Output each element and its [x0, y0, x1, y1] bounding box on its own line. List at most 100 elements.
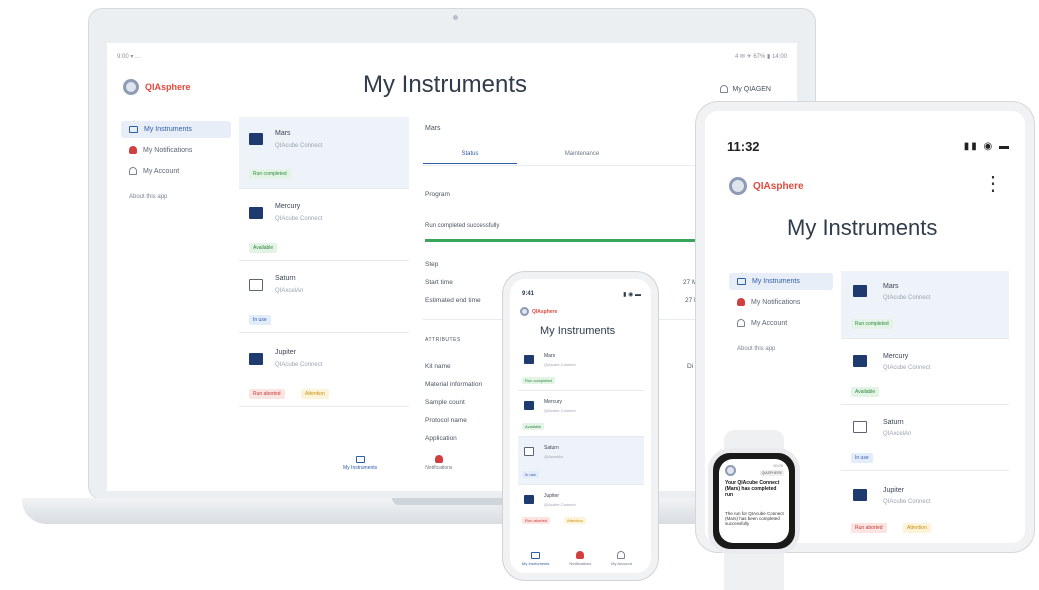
- instrument-name: Mars: [275, 130, 291, 137]
- step-label: Step: [425, 261, 439, 268]
- brand-name: QIAsphere: [145, 82, 191, 92]
- tablet-time: 11:32: [727, 139, 760, 154]
- instruments-icon: [531, 552, 541, 559]
- instrument-card[interactable]: Jupiter QIAcube Connect Run aborted Atte…: [841, 471, 1009, 541]
- account-link[interactable]: My QIAGEN: [720, 85, 771, 93]
- bottom-nav-label: Notifications: [425, 465, 453, 471]
- instrument-list: Mars QIAcube Connect Run completed Mercu…: [239, 117, 409, 407]
- user-icon: [720, 85, 729, 93]
- bottom-nav-label: My Instruments: [343, 465, 378, 471]
- qiasphere-logo-icon: [520, 307, 529, 316]
- bottom-nav-notifications[interactable]: Notifications: [425, 455, 452, 471]
- tab-status[interactable]: Status: [423, 151, 517, 164]
- sidebar-item-account[interactable]: My Account: [729, 314, 833, 332]
- instrument-name: Jupiter: [275, 349, 297, 356]
- bottom-nav-instruments[interactable]: My Instruments: [343, 456, 377, 471]
- sidebar-item-notifications[interactable]: My Notifications: [121, 141, 231, 159]
- brand-logo[interactable]: QIAsphere: [729, 177, 804, 195]
- bell-icon: [737, 298, 745, 306]
- status-badge: Attention: [903, 523, 931, 533]
- brand-name: QIAsphere: [532, 308, 558, 315]
- status-left: 9:00 ▾ ...: [117, 54, 141, 60]
- camera-icon: [453, 15, 458, 20]
- instrument-card[interactable]: Mars QIAcube Connect Run completed: [239, 117, 409, 189]
- sidebar-item-label: My Notifications: [143, 146, 193, 154]
- instrument-card[interactable]: Mercury QIAcube Connect Available: [239, 189, 409, 261]
- notification-headline: Your QIAcube Connect (Mars) has complete…: [725, 480, 780, 498]
- brand-logo[interactable]: QIAsphere: [123, 79, 191, 95]
- status-badge: Run completed: [851, 319, 893, 329]
- instrument-model: QIAcube Connect: [544, 502, 576, 507]
- kit-name-label: Kit name: [425, 363, 451, 370]
- instrument-icon: [853, 285, 867, 297]
- bottom-nav-instruments[interactable]: My Instruments: [522, 552, 549, 566]
- status-right: 4 ✉ ✈ 67% ▮ 14:00: [734, 54, 787, 60]
- instrument-card[interactable]: Jupiter QIAcube Connect Run aborted Atte…: [518, 485, 644, 531]
- instrument-card[interactable]: Mars QIAcube Connect Run completed: [841, 271, 1009, 339]
- watch-frame: 10:09 QIASPHERE Your QIAcube Connect (Ma…: [708, 448, 800, 554]
- account-label: My QIAGEN: [732, 85, 771, 93]
- instruments-icon: [737, 278, 746, 285]
- sidebar-item-instruments[interactable]: My Instruments: [729, 273, 833, 290]
- status-badge: In use: [851, 453, 873, 463]
- bottom-nav-notifications[interactable]: Notifications: [569, 551, 591, 566]
- bell-icon: [576, 551, 585, 559]
- run-status: Run completed successfully: [425, 223, 500, 229]
- protocol-label: Protocol name: [425, 417, 467, 424]
- sidebar-item-label: My Account: [751, 319, 788, 327]
- est-end-label: Estimated end time: [425, 297, 481, 304]
- sidebar-item-label: My Notifications: [751, 298, 801, 306]
- watch-screen: 10:09 QIASPHERE Your QIAcube Connect (Ma…: [719, 459, 789, 543]
- instrument-card[interactable]: Saturn QIAxcelAn In use: [518, 437, 644, 485]
- about-link[interactable]: About this app: [729, 346, 833, 352]
- sample-count-label: Sample count: [425, 399, 465, 406]
- status-badge: Attention: [564, 517, 586, 524]
- instrument-card[interactable]: Mercury QIAcube Connect Available: [518, 391, 644, 437]
- instruments-icon: [355, 456, 365, 463]
- tab-maintenance[interactable]: Maintenance: [517, 151, 647, 164]
- instrument-icon: [249, 353, 263, 365]
- status-badge: In use: [522, 471, 539, 478]
- status-badge: Attention: [301, 389, 329, 399]
- detail-tabs: Status Maintenance: [423, 151, 683, 164]
- instrument-name: Saturn: [883, 419, 904, 426]
- notification-body: The run for QIAcube Connect (Mars) has b…: [725, 511, 784, 527]
- qiasphere-logo-icon: [123, 79, 139, 95]
- instrument-name: Jupiter: [544, 493, 560, 499]
- instruments-icon: [129, 126, 138, 133]
- instrument-icon: [524, 401, 534, 410]
- status-badge: Run aborted: [249, 389, 285, 399]
- brand-logo[interactable]: QIAsphere: [520, 307, 557, 316]
- user-icon: [737, 319, 745, 327]
- instrument-card[interactable]: Jupiter QIAcube Connect Run aborted Atte…: [239, 333, 409, 407]
- instrument-card[interactable]: Mercury QIAcube Connect Available: [841, 339, 1009, 405]
- instrument-card[interactable]: Saturn QIAxcelAn In use: [841, 405, 1009, 471]
- instrument-icon: [853, 421, 867, 433]
- attributes-heading: ATTRIBUTES: [425, 337, 461, 343]
- instrument-model: QIAcube Connect: [883, 365, 931, 371]
- sidebar-item-label: My Instruments: [752, 278, 800, 285]
- sidebar-item-instruments[interactable]: My Instruments: [121, 121, 231, 138]
- instrument-card[interactable]: Saturn QIAxcelAn In use: [239, 261, 409, 333]
- bottom-nav-account[interactable]: My Account: [611, 551, 632, 566]
- sidebar-item-notifications[interactable]: My Notifications: [729, 293, 833, 311]
- bottom-nav-label: My Account: [611, 561, 632, 566]
- instrument-card[interactable]: Mars QIAcube Connect Run completed: [518, 345, 644, 391]
- bottom-nav-label: Notifications: [569, 561, 592, 566]
- watch-time: 10:09: [772, 463, 783, 468]
- about-link[interactable]: About this app: [121, 194, 231, 200]
- brand-name: QIAsphere: [753, 180, 804, 192]
- instrument-model: QIAcube Connect: [544, 408, 576, 413]
- sidebar-item-account[interactable]: My Account: [121, 162, 231, 180]
- status-badge: In use: [249, 315, 271, 325]
- more-menu-icon[interactable]: ⋮: [983, 171, 1003, 196]
- instrument-icon: [249, 279, 263, 291]
- sidebar-item-label: My Account: [143, 167, 180, 175]
- instrument-icon: [853, 489, 867, 501]
- instrument-model: QIAcube Connect: [883, 295, 931, 301]
- instrument-model: QIAxcelAn: [883, 431, 912, 437]
- instrument-icon: [853, 355, 867, 367]
- brand-logo: [725, 465, 736, 476]
- start-time-label: Start time: [425, 279, 453, 286]
- bottom-nav: My Instruments Notifications: [343, 455, 452, 471]
